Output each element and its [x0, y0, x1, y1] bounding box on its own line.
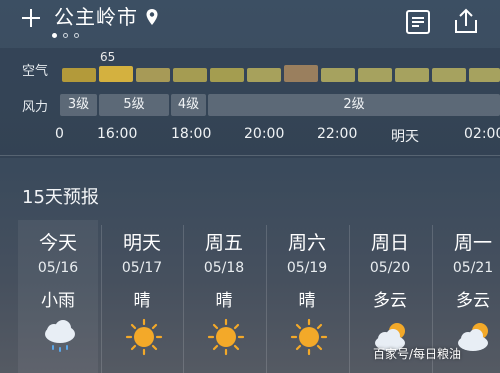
aqi-bar: [469, 68, 500, 82]
aqi-bar: [284, 65, 318, 82]
page-indicator: [52, 33, 79, 38]
light-rain-icon: [45, 320, 75, 352]
page-dot-active: [52, 33, 57, 38]
day-name: 周五: [204, 232, 243, 254]
share-icon: [455, 8, 477, 33]
wind-segment: 4级: [171, 94, 206, 116]
page-dot: [63, 33, 68, 38]
wind-label: 风力: [22, 100, 49, 115]
day-condition: 多云: [373, 291, 407, 311]
aqi-bar: [210, 68, 244, 82]
aqi-bar: [99, 66, 133, 82]
time-label: 0: [55, 126, 64, 142]
aqi-bar: [432, 68, 466, 82]
aqi-bar: [62, 68, 96, 82]
list-button[interactable]: [405, 9, 431, 35]
day-date: 05/16: [37, 260, 79, 276]
wind-segment: 5级: [99, 94, 169, 116]
day-date: 05/19: [286, 260, 328, 276]
day-date: 05/18: [203, 260, 245, 276]
sun-icon: [290, 318, 328, 356]
forecast-day-today[interactable]: 今天 05/16 小雨: [18, 220, 98, 373]
add-city-button[interactable]: [18, 2, 44, 32]
plus-icon: [22, 9, 40, 27]
day-name: 周一: [453, 232, 492, 254]
day-condition: 晴: [215, 291, 233, 311]
day-condition: 小雨: [41, 291, 75, 311]
day-name: 明天: [122, 232, 161, 254]
time-label: 18:00: [171, 126, 212, 142]
sun-icon: [125, 318, 163, 356]
aqi-bar: [395, 68, 429, 82]
day-date: 05/17: [121, 260, 163, 276]
page-dot: [74, 33, 79, 38]
list-icon: [406, 10, 430, 34]
aqi-value: 65: [100, 50, 116, 64]
day-date: 05/20: [369, 260, 411, 276]
aqi-bar: [321, 68, 355, 82]
aqi-bar: [247, 68, 281, 82]
time-label: 02:00: [464, 126, 500, 142]
aqi-bar: [358, 68, 392, 82]
watermark: 百家号/每日粮油: [373, 347, 462, 361]
time-label: 22:00: [317, 126, 358, 142]
day-name: 周六: [287, 232, 326, 254]
wind-segment: 2级: [208, 94, 500, 116]
wind-segment: 3级: [60, 94, 97, 116]
sun-icon: [207, 318, 245, 356]
forecast-day[interactable]: 明天 05/17 晴: [102, 220, 182, 373]
aqi-bar: [136, 68, 170, 82]
location-pin-icon: [146, 9, 158, 25]
forecast-day[interactable]: 周六 05/19 晴: [267, 220, 347, 373]
forecast-title: 15天预报: [22, 187, 99, 208]
day-condition: 晴: [133, 291, 151, 311]
top-bar: 公主岭市: [0, 0, 500, 44]
aqi-bar: [173, 68, 207, 82]
day-condition: 多云: [456, 291, 490, 311]
section-divider: [0, 155, 500, 156]
city-name[interactable]: 公主岭市: [54, 5, 138, 29]
air-quality-label: 空气: [22, 64, 49, 79]
day-name: 今天: [38, 232, 77, 254]
time-label: 明天: [391, 129, 419, 145]
time-label: 20:00: [244, 126, 285, 142]
time-label: 16:00: [97, 126, 138, 142]
day-name: 周日: [370, 232, 409, 254]
day-date: 05/21: [452, 260, 494, 276]
forecast-day[interactable]: 周五 05/18 晴: [184, 220, 264, 373]
share-button[interactable]: [453, 7, 479, 35]
day-condition: 晴: [298, 291, 316, 311]
